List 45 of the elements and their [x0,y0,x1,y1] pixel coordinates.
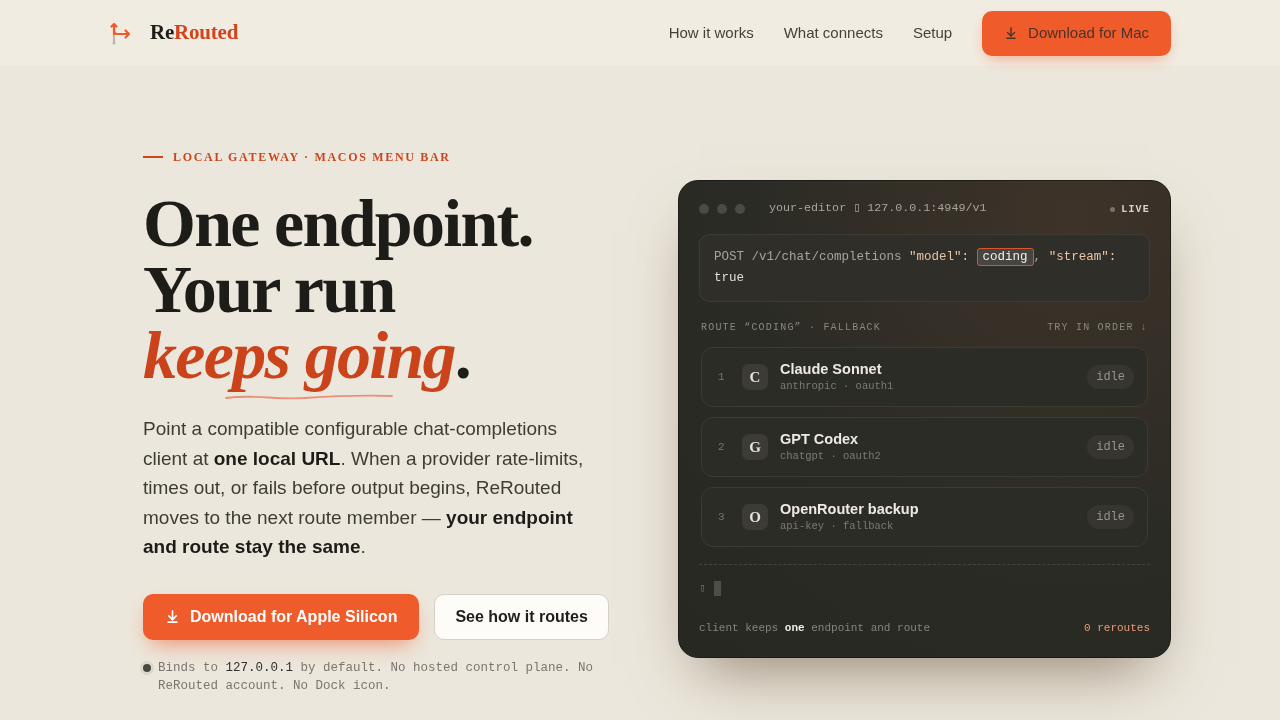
route-name: OpenRouter backup [780,500,920,518]
model-value-chip: coding [976,248,1034,266]
reroute-counter: 0 reroutes [1084,621,1150,635]
status-pill: idle [1087,365,1134,389]
nav-link[interactable]: Setup [912,21,953,45]
branch-arrow-logo-icon [110,21,132,45]
json-value: true [714,271,744,285]
route-name: GPT Codex [780,430,860,448]
route-label: ROUTE “CODING” · FALLBACK [701,320,882,335]
code-punctuation: , [1033,250,1042,264]
live-status: LIVE [1121,202,1150,217]
route-index: 3 [718,509,726,525]
download-icon [165,609,180,624]
code-request-line: POST /v1/chat/completions [714,250,902,264]
provider-initial: C [742,364,768,390]
json-key: "model": [909,250,970,264]
order-label: TRY IN ORDER ↓ [1047,320,1148,335]
status-pill: idle [1087,505,1134,529]
nav-link[interactable]: How it works [668,21,754,45]
route-index: 1 [718,369,726,385]
eyebrow-label: LOCAL GATEWAY · MACOS MENU BAR [173,149,451,166]
prompt-symbol: ▯ [699,580,706,596]
provider-initial: G [742,434,768,460]
provider-initial: O [742,504,768,530]
footer-caption: client keeps one endpoint and route [699,621,931,635]
route-index: 2 [718,439,726,455]
download-icon [1004,26,1019,40]
brand-name[interactable]: ReRouted [150,17,239,49]
accent-dash [143,156,163,158]
nav-link[interactable]: What connects [783,21,883,45]
route-name: Claude Sonnet [780,360,883,378]
route-row[interactable]: 2 G GPT Codex chatgpt · oauth2 idle [701,417,1148,477]
route-detail: api-key · fallback [780,519,895,534]
json-key: "stream": [1048,250,1117,264]
see-how-it-routes-button[interactable]: See how it routes [434,593,609,640]
cursor-icon [713,580,721,596]
status-pill: idle [1087,435,1134,459]
route-detail: anthropic · oauth1 [780,379,895,394]
binding-note: Binds to 127.0.0.1 by default. No hosted control plane. No ReRouted account. No Dock icon. [158,659,595,695]
route-row[interactable]: 1 C Claude Sonnet anthropic · oauth1 idle [701,347,1148,407]
hero-description: Point a compatible configurable chat-completions client at one local URL. When a provider rate-limits, times out, or fails before output begins, ReRouted moves to the next route member — your endpoint and route stay the same. [143,417,585,559]
download-button[interactable]: Download for Mac [982,10,1171,56]
route-detail: chatgpt · oauth2 [780,449,882,464]
route-row[interactable]: 3 O OpenRouter backup api-key · fallback idle [701,487,1148,547]
terminal-title: your-editor ▯ 127.0.0.1:4949/v1 [769,200,987,218]
